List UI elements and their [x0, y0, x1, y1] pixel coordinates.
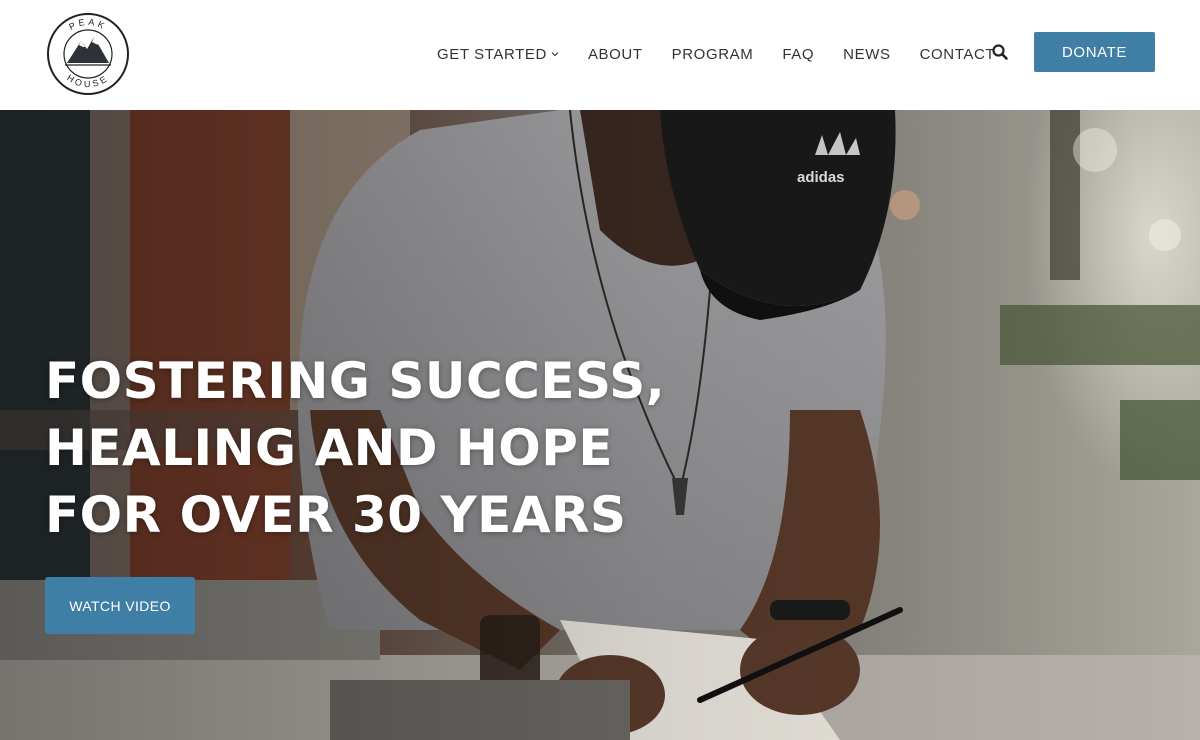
chevron-down-icon [551, 52, 559, 57]
hero-title: FOSTERING SUCCESS, HEALING AND HOPE FOR … [45, 348, 725, 549]
hero-title-line-2: HEALING AND HOPE [45, 419, 614, 477]
donate-button[interactable]: DONATE [1034, 32, 1155, 72]
peak-house-logo[interactable]: PEAK HOUSE [45, 11, 131, 97]
main-nav: GET STARTED ABOUT PROGRAM FAQ NEWS CONTA… [437, 44, 995, 64]
site-header: PEAK HOUSE GET STARTED ABOUT PROGRAM FAQ… [0, 0, 1200, 110]
hero-title-line-1: FOSTERING SUCCESS, [45, 352, 666, 410]
nav-item-news[interactable]: NEWS [843, 44, 890, 64]
nav-item-about[interactable]: ABOUT [588, 44, 643, 64]
watch-video-button[interactable]: WATCH VIDEO [45, 577, 195, 634]
nav-item-faq[interactable]: FAQ [782, 44, 814, 64]
nav-item-contact[interactable]: CONTACT [920, 44, 996, 64]
search-icon[interactable] [991, 43, 1009, 61]
nav-item-label: GET STARTED [437, 45, 547, 63]
hero-title-line-3: FOR OVER 30 YEARS [45, 486, 627, 544]
nav-item-program[interactable]: PROGRAM [672, 44, 754, 64]
hero-section: adidas FOSTERING SUCCESS, HEALING AND HO… [0, 110, 1200, 740]
nav-item-get-started[interactable]: GET STARTED [437, 44, 559, 64]
